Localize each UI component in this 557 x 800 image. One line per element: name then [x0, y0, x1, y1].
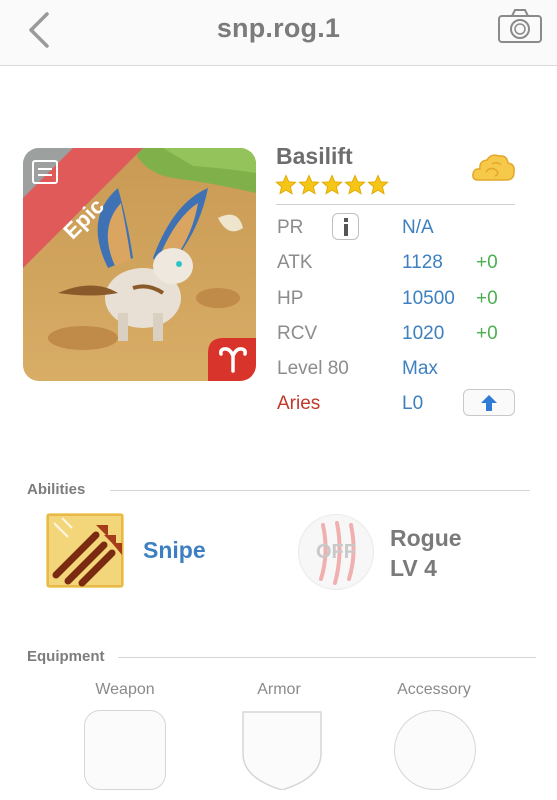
top-bar: snp.rog.1 [0, 0, 557, 66]
abilities-section-title: Abilities [27, 481, 86, 498]
rcv-bonus: +0 [476, 323, 498, 344]
accessory-slot[interactable] [394, 710, 476, 790]
class-name: Rogue [390, 525, 462, 551]
sign-label: Aries [277, 393, 321, 414]
info-icon [343, 217, 348, 236]
camera-button[interactable] [497, 8, 543, 44]
rcv-value: 1020 [402, 323, 445, 344]
monster-name: Basilift [276, 143, 353, 169]
stat-row-rcv: RCV 1020 +0 [276, 323, 526, 353]
stat-row-level: Level 80 Max [276, 358, 526, 388]
stats-divider [276, 204, 515, 205]
stat-row-sign: Aries L0 [276, 389, 526, 423]
level-value: Max [402, 358, 438, 379]
upgrade-arrow-icon [481, 394, 497, 411]
upgrade-button[interactable] [463, 389, 515, 416]
ability-snipe-icon[interactable] [46, 513, 124, 588]
star-icon [367, 174, 389, 195]
armor-slot[interactable] [241, 710, 323, 790]
atk-value: 1128 [402, 252, 443, 273]
hp-bonus: +0 [476, 288, 498, 309]
accessory-label: Accessory [397, 681, 471, 698]
rcv-label: RCV [277, 323, 318, 344]
sign-value: L0 [402, 393, 424, 414]
star-icon [298, 174, 320, 195]
abilities-divider [110, 490, 530, 491]
info-button[interactable] [332, 213, 359, 240]
hp-label: HP [277, 288, 304, 309]
star-icon [275, 174, 297, 195]
page-title: snp.rog.1 [216, 13, 341, 43]
star-icon [344, 174, 366, 195]
star-rating [275, 174, 389, 196]
star-icon [321, 174, 343, 195]
stat-row-hp: HP 10500 +0 [276, 288, 526, 318]
hp-value: 10500 [402, 288, 455, 309]
equipment-divider [118, 657, 536, 658]
class-status: OFF [316, 541, 356, 563]
cloud-icon [472, 154, 515, 181]
ability-name[interactable]: Snipe [143, 537, 206, 564]
camera-icon [498, 9, 542, 43]
monster-portrait[interactable]: Epic [23, 148, 256, 381]
level-label: Level 80 [277, 358, 349, 379]
class-skill-toggle[interactable]: OFF [298, 514, 374, 590]
weapon-label: Weapon [95, 681, 155, 698]
atk-bonus: +0 [476, 252, 498, 273]
snipe-arrows-icon [46, 513, 124, 588]
class-level: LV 4 [390, 555, 437, 581]
pr-label: PR [277, 217, 304, 238]
pr-value: N/A [402, 217, 434, 238]
stat-row-pr: PR N/A [276, 213, 526, 247]
aries-icon [219, 347, 247, 373]
equipment-section-title: Equipment [27, 648, 105, 665]
stat-row-atk: ATK 1128 +0 [276, 252, 526, 282]
armor-label: Armor [257, 681, 301, 698]
weapon-slot[interactable] [84, 710, 166, 790]
atk-label: ATK [277, 252, 313, 273]
